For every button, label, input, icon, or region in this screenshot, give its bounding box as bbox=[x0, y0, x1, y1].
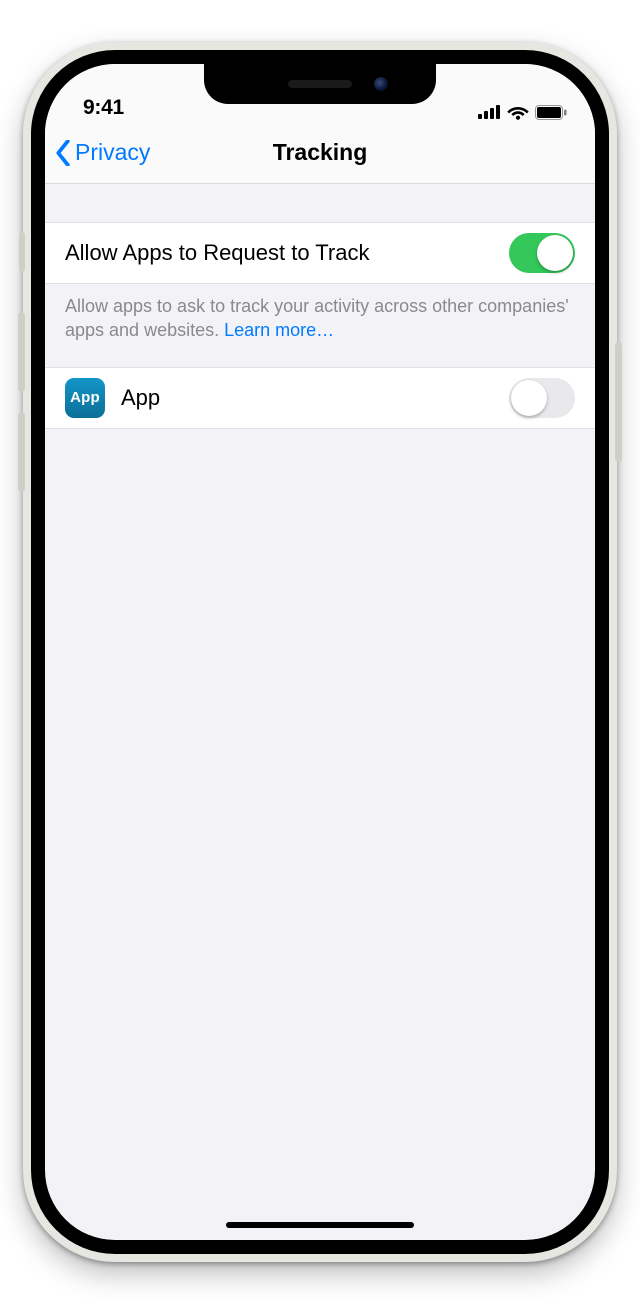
wifi-icon bbox=[507, 104, 529, 120]
volume-down-button bbox=[18, 412, 25, 492]
app-name-label: App bbox=[121, 385, 509, 411]
app-icon: App bbox=[65, 378, 105, 418]
allow-request-toggle[interactable] bbox=[509, 233, 575, 273]
app-tracking-toggle[interactable] bbox=[509, 378, 575, 418]
content: Allow Apps to Request to Track Allow app… bbox=[45, 184, 595, 429]
earpiece-speaker bbox=[288, 80, 352, 88]
status-indicators bbox=[478, 104, 567, 120]
nav-bar: Privacy Tracking bbox=[45, 122, 595, 184]
front-camera bbox=[374, 77, 388, 91]
cellular-icon bbox=[478, 105, 501, 119]
status-time: 9:41 bbox=[83, 96, 124, 120]
screen: 9:41 bbox=[45, 64, 595, 1240]
allow-request-footer: Allow apps to ask to track your activity… bbox=[45, 284, 595, 367]
allow-request-label: Allow Apps to Request to Track bbox=[65, 240, 509, 266]
home-indicator[interactable] bbox=[226, 1222, 414, 1228]
battery-icon bbox=[535, 105, 567, 120]
app-row: App App bbox=[45, 367, 595, 429]
volume-up-button bbox=[18, 312, 25, 392]
side-button bbox=[615, 342, 622, 462]
allow-request-row: Allow Apps to Request to Track bbox=[45, 222, 595, 284]
notch bbox=[204, 64, 436, 104]
chevron-left-icon bbox=[55, 140, 71, 166]
learn-more-link[interactable]: Learn more… bbox=[224, 320, 334, 340]
mute-switch bbox=[19, 232, 25, 272]
device-frame: 9:41 bbox=[23, 42, 617, 1262]
back-button[interactable]: Privacy bbox=[45, 139, 150, 166]
back-label: Privacy bbox=[75, 139, 150, 166]
